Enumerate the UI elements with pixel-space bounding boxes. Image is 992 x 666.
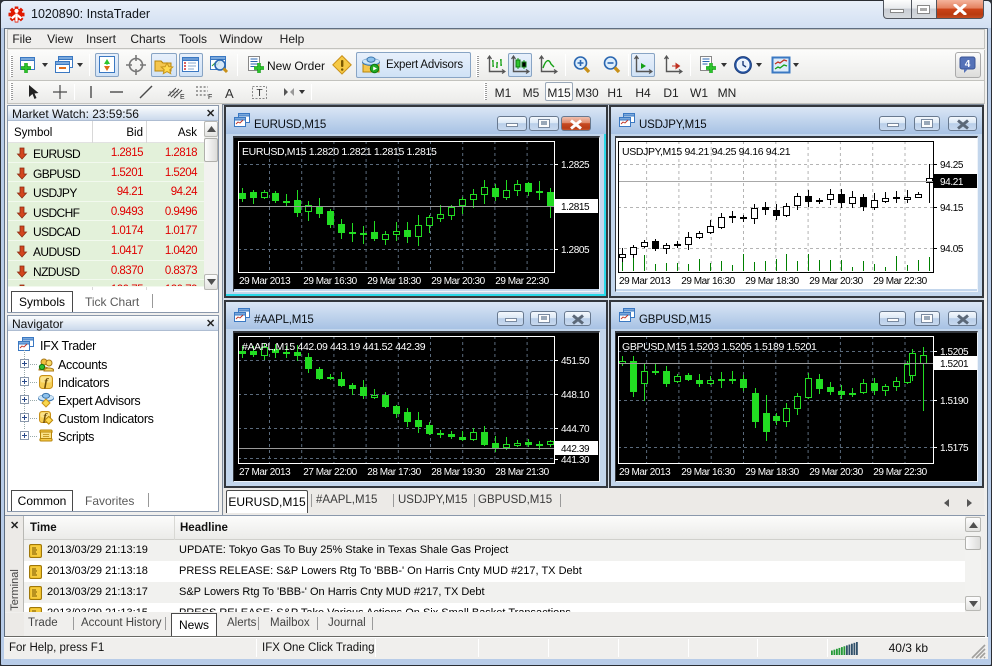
svg-text:29 Mar 18:30: 29 Mar 18:30 <box>745 467 799 478</box>
svg-text:29 Mar 18:30: 29 Mar 18:30 <box>745 276 799 287</box>
svg-text:EURUSD,M15 1.2820 1.2821 1.28: EURUSD,M15 1.2820 1.2821 1.2815 1.2815 <box>242 146 437 158</box>
svg-text:27 Mar 2013: 27 Mar 2013 <box>239 467 291 478</box>
svg-text:94.25: 94.25 <box>940 160 964 171</box>
svg-text:29 Mar 16:30: 29 Mar 16:30 <box>681 467 735 478</box>
svg-text:442.39: 442.39 <box>561 444 590 455</box>
svg-text:29 Mar 2013: 29 Mar 2013 <box>239 276 291 287</box>
svg-text:1.5190: 1.5190 <box>940 396 969 407</box>
svg-text:27 Mar 22:00: 27 Mar 22:00 <box>303 467 357 478</box>
svg-text:USDJPY,M15 94.21 94.25 94.16: USDJPY,M15 94.21 94.25 94.16 94.21 <box>622 146 791 158</box>
svg-text:29 Mar 18:30: 29 Mar 18:30 <box>367 276 421 287</box>
svg-text:451.50: 451.50 <box>561 356 590 367</box>
svg-text:94.15: 94.15 <box>940 203 964 214</box>
svg-text:29 Mar 22:30: 29 Mar 22:30 <box>873 276 927 287</box>
svg-text:4: 4 <box>965 59 971 70</box>
svg-text:E: E <box>180 94 185 100</box>
svg-text:28 Mar 19:30: 28 Mar 19:30 <box>431 467 485 478</box>
svg-text:29 Mar 20:30: 29 Mar 20:30 <box>809 276 863 287</box>
svg-text:28 Mar 17:30: 28 Mar 17:30 <box>367 467 421 478</box>
svg-text:444.70: 444.70 <box>561 424 590 435</box>
svg-text:#AAPL,M15 442.09 443.19 441.5: #AAPL,M15 442.09 443.19 441.52 442.39 <box>242 341 426 353</box>
svg-text:GBPUSD,M15 1.5203 1.5205 1.51: GBPUSD,M15 1.5203 1.5205 1.5189 1.5201 <box>622 341 817 353</box>
svg-text:29 Mar 22:30: 29 Mar 22:30 <box>495 276 549 287</box>
svg-text:29 Mar 2013: 29 Mar 2013 <box>619 467 671 478</box>
svg-text:1.5201: 1.5201 <box>940 359 969 370</box>
svg-text:T: T <box>256 88 262 99</box>
svg-text:1.2815: 1.2815 <box>561 202 590 213</box>
svg-text:29 Mar 16:30: 29 Mar 16:30 <box>303 276 357 287</box>
svg-text:448.10: 448.10 <box>561 390 590 401</box>
svg-text:29 Mar 2013: 29 Mar 2013 <box>619 276 671 287</box>
svg-text:94.21: 94.21 <box>940 177 964 188</box>
svg-text:94.05: 94.05 <box>940 244 964 255</box>
svg-text:29 Mar 22:30: 29 Mar 22:30 <box>873 467 927 478</box>
svg-text:29 Mar 20:30: 29 Mar 20:30 <box>431 276 485 287</box>
svg-text:29 Mar 20:30: 29 Mar 20:30 <box>809 467 863 478</box>
svg-text:1.2825: 1.2825 <box>561 160 590 171</box>
svg-text:29 Mar 16:30: 29 Mar 16:30 <box>681 276 735 287</box>
svg-text:F: F <box>208 94 212 100</box>
svg-text:1.5175: 1.5175 <box>940 443 969 454</box>
svg-text:1.2805: 1.2805 <box>561 245 590 256</box>
svg-text:28 Mar 21:30: 28 Mar 21:30 <box>495 467 549 478</box>
svg-text:441.30: 441.30 <box>561 455 590 466</box>
